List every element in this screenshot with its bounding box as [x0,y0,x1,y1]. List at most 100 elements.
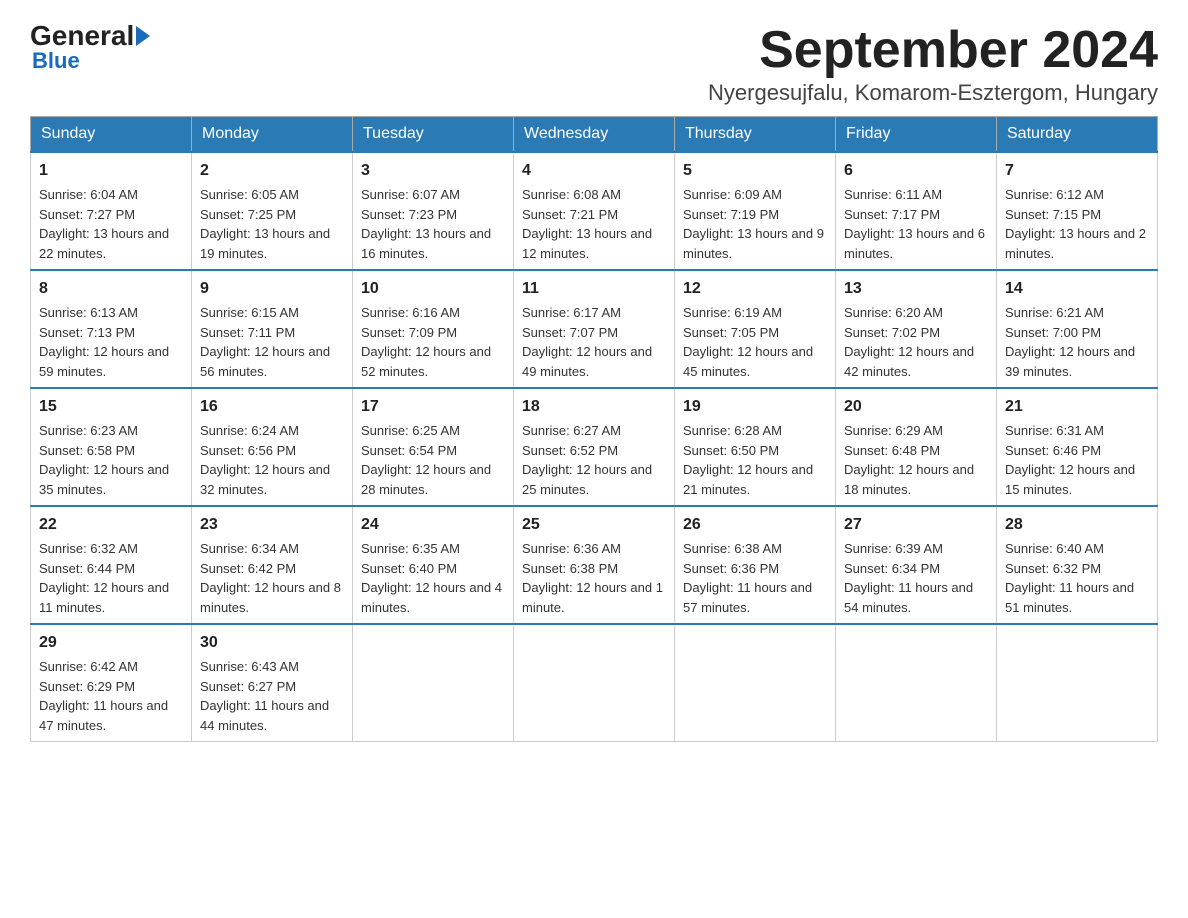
calendar-cell [353,624,514,742]
day-number: 7 [1005,159,1149,183]
day-number: 12 [683,277,827,301]
day-info: Sunrise: 6:34 AMSunset: 6:42 PMDaylight:… [200,541,341,615]
day-info: Sunrise: 6:29 AMSunset: 6:48 PMDaylight:… [844,423,974,497]
calendar-cell: 6 Sunrise: 6:11 AMSunset: 7:17 PMDayligh… [836,152,997,270]
day-info: Sunrise: 6:15 AMSunset: 7:11 PMDaylight:… [200,305,330,379]
day-number: 23 [200,513,344,537]
day-number: 9 [200,277,344,301]
day-number: 13 [844,277,988,301]
calendar-cell: 12 Sunrise: 6:19 AMSunset: 7:05 PMDaylig… [675,270,836,388]
calendar-table: SundayMondayTuesdayWednesdayThursdayFrid… [30,116,1158,742]
day-info: Sunrise: 6:21 AMSunset: 7:00 PMDaylight:… [1005,305,1135,379]
day-number: 25 [522,513,666,537]
day-info: Sunrise: 6:04 AMSunset: 7:27 PMDaylight:… [39,187,169,261]
day-info: Sunrise: 6:25 AMSunset: 6:54 PMDaylight:… [361,423,491,497]
day-info: Sunrise: 6:11 AMSunset: 7:17 PMDaylight:… [844,187,985,261]
calendar-cell: 24 Sunrise: 6:35 AMSunset: 6:40 PMDaylig… [353,506,514,624]
day-info: Sunrise: 6:32 AMSunset: 6:44 PMDaylight:… [39,541,169,615]
calendar-cell: 23 Sunrise: 6:34 AMSunset: 6:42 PMDaylig… [192,506,353,624]
week-row: 15 Sunrise: 6:23 AMSunset: 6:58 PMDaylig… [31,388,1158,506]
day-number: 5 [683,159,827,183]
month-title: September 2024 [708,20,1158,80]
calendar-cell: 26 Sunrise: 6:38 AMSunset: 6:36 PMDaylig… [675,506,836,624]
day-info: Sunrise: 6:36 AMSunset: 6:38 PMDaylight:… [522,541,663,615]
day-number: 17 [361,395,505,419]
day-info: Sunrise: 6:20 AMSunset: 7:02 PMDaylight:… [844,305,974,379]
day-info: Sunrise: 6:16 AMSunset: 7:09 PMDaylight:… [361,305,491,379]
calendar-cell: 11 Sunrise: 6:17 AMSunset: 7:07 PMDaylig… [514,270,675,388]
day-number: 6 [844,159,988,183]
day-number: 22 [39,513,183,537]
calendar-cell: 18 Sunrise: 6:27 AMSunset: 6:52 PMDaylig… [514,388,675,506]
day-info: Sunrise: 6:19 AMSunset: 7:05 PMDaylight:… [683,305,813,379]
calendar-cell: 19 Sunrise: 6:28 AMSunset: 6:50 PMDaylig… [675,388,836,506]
day-number: 30 [200,631,344,655]
day-number: 1 [39,159,183,183]
day-number: 15 [39,395,183,419]
calendar-cell: 17 Sunrise: 6:25 AMSunset: 6:54 PMDaylig… [353,388,514,506]
day-info: Sunrise: 6:31 AMSunset: 6:46 PMDaylight:… [1005,423,1135,497]
calendar-cell: 7 Sunrise: 6:12 AMSunset: 7:15 PMDayligh… [997,152,1158,270]
week-row: 1 Sunrise: 6:04 AMSunset: 7:27 PMDayligh… [31,152,1158,270]
calendar-cell: 25 Sunrise: 6:36 AMSunset: 6:38 PMDaylig… [514,506,675,624]
calendar-cell: 2 Sunrise: 6:05 AMSunset: 7:25 PMDayligh… [192,152,353,270]
calendar-cell: 27 Sunrise: 6:39 AMSunset: 6:34 PMDaylig… [836,506,997,624]
day-info: Sunrise: 6:05 AMSunset: 7:25 PMDaylight:… [200,187,330,261]
calendar-cell: 28 Sunrise: 6:40 AMSunset: 6:32 PMDaylig… [997,506,1158,624]
logo: General Blue [30,20,152,74]
calendar-cell: 3 Sunrise: 6:07 AMSunset: 7:23 PMDayligh… [353,152,514,270]
day-of-week-header: Wednesday [514,117,675,153]
day-info: Sunrise: 6:38 AMSunset: 6:36 PMDaylight:… [683,541,812,615]
title-area: September 2024 Nyergesujfalu, Komarom-Es… [708,20,1158,106]
calendar-cell: 15 Sunrise: 6:23 AMSunset: 6:58 PMDaylig… [31,388,192,506]
day-number: 20 [844,395,988,419]
day-number: 19 [683,395,827,419]
day-number: 28 [1005,513,1149,537]
day-number: 29 [39,631,183,655]
calendar-cell: 20 Sunrise: 6:29 AMSunset: 6:48 PMDaylig… [836,388,997,506]
days-of-week-row: SundayMondayTuesdayWednesdayThursdayFrid… [31,117,1158,153]
day-number: 8 [39,277,183,301]
calendar-cell [836,624,997,742]
day-info: Sunrise: 6:40 AMSunset: 6:32 PMDaylight:… [1005,541,1134,615]
day-number: 24 [361,513,505,537]
calendar-cell: 22 Sunrise: 6:32 AMSunset: 6:44 PMDaylig… [31,506,192,624]
calendar-cell: 10 Sunrise: 6:16 AMSunset: 7:09 PMDaylig… [353,270,514,388]
day-info: Sunrise: 6:17 AMSunset: 7:07 PMDaylight:… [522,305,652,379]
day-info: Sunrise: 6:12 AMSunset: 7:15 PMDaylight:… [1005,187,1146,261]
day-info: Sunrise: 6:43 AMSunset: 6:27 PMDaylight:… [200,659,329,733]
day-of-week-header: Thursday [675,117,836,153]
day-number: 21 [1005,395,1149,419]
day-info: Sunrise: 6:42 AMSunset: 6:29 PMDaylight:… [39,659,168,733]
day-info: Sunrise: 6:27 AMSunset: 6:52 PMDaylight:… [522,423,652,497]
logo-arrow-icon [136,26,150,46]
day-number: 10 [361,277,505,301]
calendar-cell: 13 Sunrise: 6:20 AMSunset: 7:02 PMDaylig… [836,270,997,388]
day-info: Sunrise: 6:28 AMSunset: 6:50 PMDaylight:… [683,423,813,497]
day-number: 4 [522,159,666,183]
day-of-week-header: Sunday [31,117,192,153]
calendar-cell: 21 Sunrise: 6:31 AMSunset: 6:46 PMDaylig… [997,388,1158,506]
week-row: 22 Sunrise: 6:32 AMSunset: 6:44 PMDaylig… [31,506,1158,624]
day-info: Sunrise: 6:23 AMSunset: 6:58 PMDaylight:… [39,423,169,497]
calendar-cell [675,624,836,742]
day-info: Sunrise: 6:07 AMSunset: 7:23 PMDaylight:… [361,187,491,261]
day-of-week-header: Friday [836,117,997,153]
calendar-cell: 4 Sunrise: 6:08 AMSunset: 7:21 PMDayligh… [514,152,675,270]
day-number: 27 [844,513,988,537]
logo-blue-label: Blue [32,48,80,74]
day-of-week-header: Saturday [997,117,1158,153]
calendar-cell: 9 Sunrise: 6:15 AMSunset: 7:11 PMDayligh… [192,270,353,388]
day-number: 18 [522,395,666,419]
day-number: 11 [522,277,666,301]
day-info: Sunrise: 6:13 AMSunset: 7:13 PMDaylight:… [39,305,169,379]
calendar-cell [514,624,675,742]
location-subtitle: Nyergesujfalu, Komarom-Esztergom, Hungar… [708,80,1158,106]
day-of-week-header: Tuesday [353,117,514,153]
week-row: 8 Sunrise: 6:13 AMSunset: 7:13 PMDayligh… [31,270,1158,388]
day-number: 16 [200,395,344,419]
calendar-cell: 30 Sunrise: 6:43 AMSunset: 6:27 PMDaylig… [192,624,353,742]
day-number: 26 [683,513,827,537]
calendar-cell: 29 Sunrise: 6:42 AMSunset: 6:29 PMDaylig… [31,624,192,742]
calendar-cell: 14 Sunrise: 6:21 AMSunset: 7:00 PMDaylig… [997,270,1158,388]
